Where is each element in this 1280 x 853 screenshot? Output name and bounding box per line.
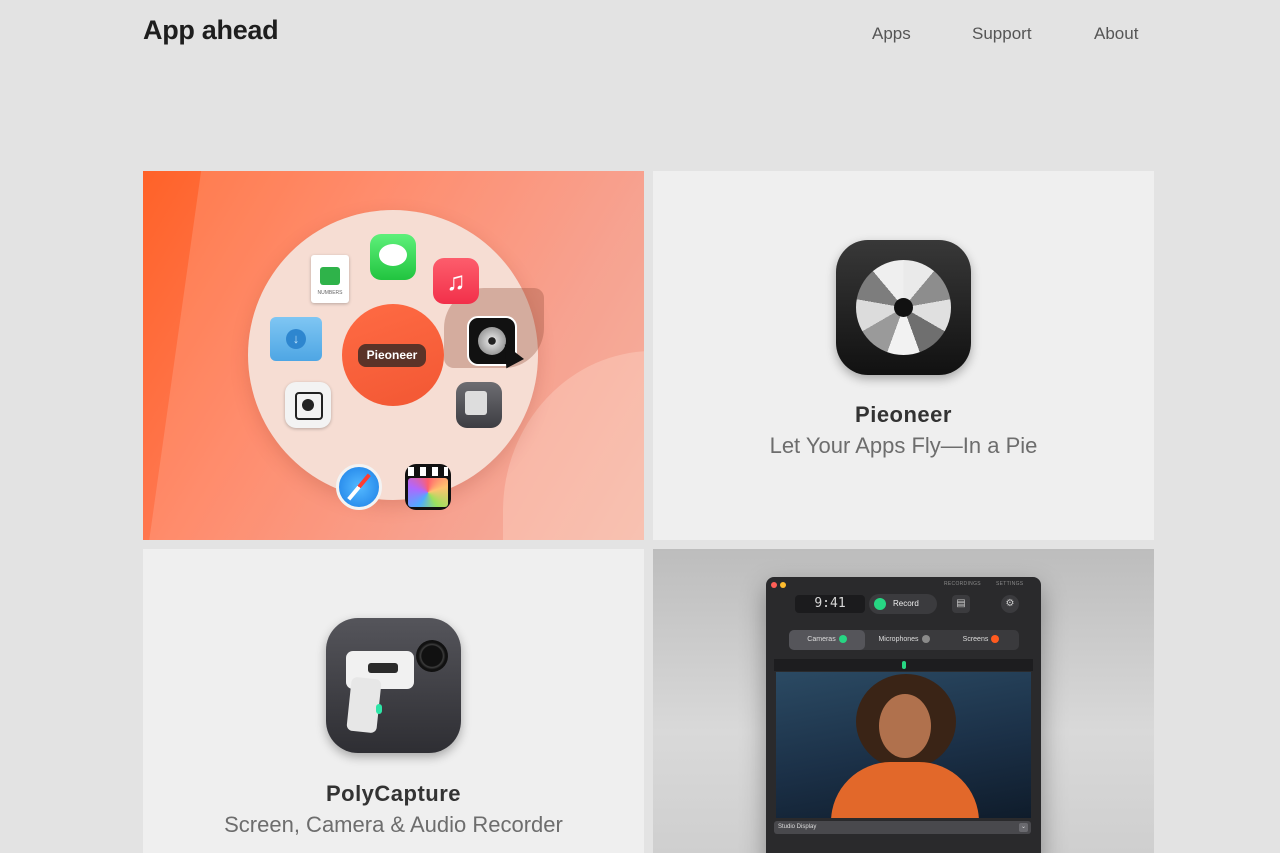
polycapture-subtitle: Screen, Camera & Audio Recorder bbox=[224, 812, 563, 837]
source-segmented-control: Cameras Microphones Screens bbox=[789, 630, 1019, 650]
pieoneer-title: Pieoneer bbox=[855, 402, 952, 427]
record-button: Record bbox=[869, 594, 937, 614]
pieoneer-product-tile[interactable]: Pieoneer Let Your Apps Fly—In a Pie bbox=[653, 171, 1154, 540]
pieoneer-app-icon bbox=[836, 240, 971, 375]
nav-apps-link[interactable]: Apps bbox=[872, 24, 911, 44]
recording-timer: 9:41 bbox=[795, 595, 865, 613]
film-icon: ▤ bbox=[952, 595, 970, 613]
segment-cameras: Cameras bbox=[789, 630, 865, 650]
camera-preview bbox=[776, 672, 1031, 818]
messages-icon bbox=[370, 234, 416, 280]
pie-menu: Pieoneer NUMBERS ♫ ↓ bbox=[248, 210, 544, 510]
polycapture-icon bbox=[456, 382, 502, 428]
pie-menu-center: Pieoneer bbox=[342, 304, 444, 406]
polycapture-screenshot-tile[interactable]: RECORDINGS SETTINGS 9:41 Record ▤ ⚙ Came… bbox=[653, 549, 1154, 853]
gear-icon: ⚙ bbox=[1001, 595, 1019, 613]
screenshot-icon bbox=[285, 382, 331, 428]
pieoneer-hero-tile[interactable]: Pieoneer NUMBERS ♫ ↓ bbox=[143, 171, 644, 540]
site-header: App ahead Apps Support About bbox=[0, 0, 1280, 70]
status-badge bbox=[838, 635, 847, 644]
device-select: Studio Display ⌄ bbox=[774, 821, 1031, 834]
safari-icon bbox=[336, 464, 382, 510]
window-close-button bbox=[771, 582, 777, 588]
tab-settings: SETTINGS bbox=[996, 581, 1024, 587]
segment-screens: Screens bbox=[943, 630, 1019, 650]
window-minimize-button bbox=[780, 582, 786, 588]
record-dot-icon bbox=[874, 598, 886, 610]
final-cut-pro-icon bbox=[405, 464, 451, 510]
record-label: Record bbox=[893, 599, 919, 608]
downloads-folder-icon: ↓ bbox=[270, 317, 322, 361]
brand-logo[interactable]: App ahead bbox=[143, 15, 279, 46]
segment-microphones: Microphones bbox=[866, 630, 942, 650]
preview-toolbar bbox=[774, 659, 1033, 671]
music-icon: ♫ bbox=[433, 258, 479, 304]
status-badge bbox=[921, 635, 930, 644]
nav-about-link[interactable]: About bbox=[1094, 24, 1138, 44]
audio-level-indicator bbox=[902, 661, 906, 669]
numbers-icon: NUMBERS bbox=[311, 255, 349, 303]
polycapture-title: PolyCapture bbox=[325, 781, 462, 806]
app-window: RECORDINGS SETTINGS 9:41 Record ▤ ⚙ Came… bbox=[766, 577, 1041, 853]
polycapture-product-tile[interactable]: PolyCapture Screen, Camera & Audio Recor… bbox=[143, 549, 644, 853]
nav-support-link[interactable]: Support bbox=[972, 24, 1032, 44]
status-badge bbox=[991, 635, 1000, 644]
chevron-down-icon: ⌄ bbox=[1019, 823, 1028, 832]
polycapture-app-icon bbox=[326, 618, 461, 753]
tab-recordings: RECORDINGS bbox=[944, 581, 981, 587]
pie-menu-label: Pieoneer bbox=[358, 344, 426, 367]
pieoneer-subtitle: Let Your Apps Fly—In a Pie bbox=[769, 433, 1038, 458]
